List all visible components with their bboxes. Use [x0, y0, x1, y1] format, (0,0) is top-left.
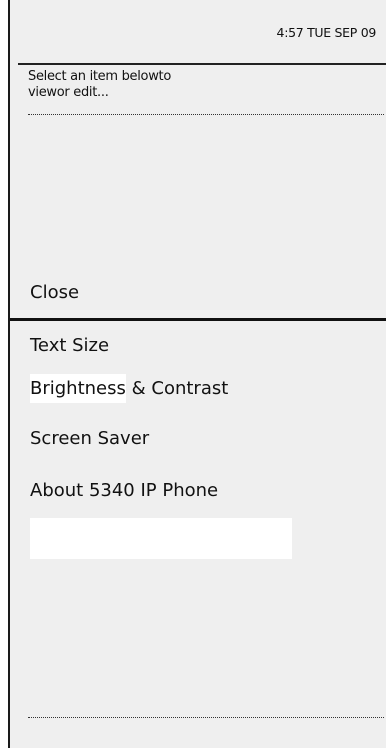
menu-item-about-phone[interactable]: About 5340 IP Phone: [30, 473, 218, 509]
close-button[interactable]: Close: [30, 282, 79, 303]
lcd-display: 4:57 TUE SEP 09 Select an item belowto v…: [8, 0, 386, 748]
status-bar: 4:57 TUE SEP 09: [10, 0, 386, 64]
menu-item-label-rest: & Contrast: [125, 378, 229, 399]
dotted-separator-top: [28, 114, 384, 115]
header-divider: [18, 63, 386, 65]
instruction-line-1: Select an item belowto: [28, 69, 171, 84]
menu-item-brightness-contrast[interactable]: Brightness & Contrast: [30, 371, 228, 407]
empty-menu-slot: [30, 518, 292, 559]
phone-screen: 4:57 TUE SEP 09 Select an item belowto v…: [0, 0, 386, 748]
dotted-separator-bottom: [28, 717, 384, 718]
menu-item-text-size[interactable]: Text Size: [30, 328, 109, 364]
clock-readout: 4:57 TUE SEP 09: [276, 25, 377, 40]
menu-divider: [10, 318, 386, 321]
instruction-text: Select an item belowto viewor edit...: [28, 69, 288, 101]
instruction-line-2: viewor edit...: [28, 85, 109, 100]
menu-item-highlight: Brightness: [30, 374, 126, 403]
menu-item-screen-saver[interactable]: Screen Saver: [30, 421, 149, 457]
